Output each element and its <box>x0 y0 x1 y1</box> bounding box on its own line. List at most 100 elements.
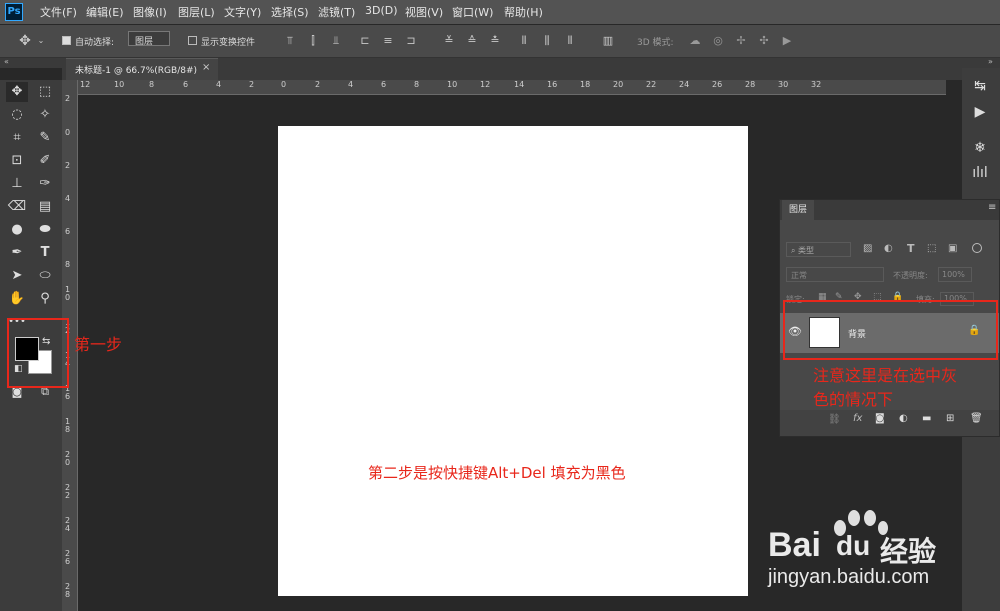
layers-panel-footer <box>780 410 999 436</box>
clone-stamp-tool-icon[interactable]: ⊥ <box>6 174 28 194</box>
filter-type-icon[interactable]: T <box>907 242 915 255</box>
new-group-icon[interactable]: ▬ <box>922 413 931 424</box>
magic-wand-tool-icon[interactable]: ✧ <box>34 105 56 125</box>
new-layer-icon[interactable]: ⊞ <box>946 413 954 424</box>
distribute-bottom-icon[interactable]: ≛ <box>488 34 502 48</box>
menu-edit[interactable]: 编辑(E) <box>86 4 124 20</box>
path-selection-tool-icon[interactable]: ➤ <box>6 266 28 286</box>
3d-pan-icon[interactable]: ✢ <box>734 34 748 48</box>
collapse-arrows-icon[interactable]: « <box>4 57 9 66</box>
crop-tool-icon[interactable]: ⌗ <box>6 128 28 148</box>
filter-adjustment-icon[interactable]: ◐ <box>884 243 893 254</box>
panel-menu-icon[interactable]: ≡ <box>988 202 996 213</box>
auto-select-dropdown[interactable]: 图层 <box>128 31 170 47</box>
healing-brush-tool-icon[interactable]: ⊡ <box>6 151 28 171</box>
filter-toggle-icon[interactable] <box>972 243 982 253</box>
ruler-label: 20 <box>613 80 624 89</box>
move-tool-icon[interactable]: ✥ <box>6 82 28 102</box>
chevron-down-icon[interactable]: ⌄ <box>34 34 48 48</box>
opacity-label: 不透明度: <box>893 271 928 280</box>
menu-window[interactable]: 窗口(W) <box>452 4 493 20</box>
align-top-icon[interactable]: ⫪ <box>283 34 297 48</box>
align-bottom-icon[interactable]: ⫫ <box>329 34 343 48</box>
brush-settings-icon[interactable]: ❄ <box>968 138 992 158</box>
delete-layer-icon[interactable]: 🗑 <box>970 413 983 424</box>
document-tab[interactable]: 未标题-1 @ 66.7%(RGB/8#) × <box>66 58 218 80</box>
align-right-icon[interactable]: ⊐ <box>404 34 418 48</box>
ruler-label: 24 <box>679 80 690 89</box>
distribute-right-icon[interactable]: ⦀ <box>563 34 577 48</box>
watermark-brand-du: du <box>836 530 871 561</box>
eyedropper-tool-icon[interactable]: ✎ <box>34 128 56 148</box>
expand-arrows-icon[interactable]: » <box>988 57 993 66</box>
menu-3d[interactable]: 3D(D) <box>365 4 398 17</box>
auto-align-icon[interactable]: ▥ <box>601 34 615 48</box>
document-tab-title: 未标题-1 @ 66.7%(RGB/8#) <box>75 66 198 76</box>
document-canvas[interactable] <box>278 126 748 596</box>
layers-tab[interactable]: 图层 <box>782 200 814 220</box>
close-tab-icon[interactable]: × <box>202 62 210 73</box>
ruler-label: 4 <box>65 194 71 203</box>
distribute-top-icon[interactable]: ≚ <box>442 34 456 48</box>
ruler-label: 8 <box>65 260 71 269</box>
filter-shape-icon[interactable]: ⬚ <box>927 243 936 254</box>
brush-tool-icon[interactable]: ✐ <box>34 151 56 171</box>
marquee-tool-icon[interactable]: ⬚ <box>34 82 56 102</box>
adjustment-layer-icon[interactable]: ◐ <box>899 413 908 424</box>
align-left-icon[interactable]: ⊏ <box>358 34 372 48</box>
link-layers-icon[interactable]: ⛓ <box>828 414 841 425</box>
3d-camera-icon[interactable]: ▶ <box>780 34 794 48</box>
gradient-tool-icon[interactable]: ▤ <box>34 197 56 217</box>
histogram-icon[interactable]: ılıl <box>968 163 992 183</box>
type-tool-icon[interactable]: T <box>34 243 56 263</box>
zoom-tool-icon[interactable]: ⚲ <box>34 289 56 309</box>
hand-tool-icon[interactable]: ✋ <box>6 289 28 309</box>
menu-image[interactable]: 图像(I) <box>133 4 167 20</box>
ruler-label: 4 <box>216 80 222 89</box>
toolbar-collapse-strip[interactable]: « <box>0 57 62 68</box>
layer-style-icon[interactable]: fx <box>853 413 862 424</box>
ruler-label: 32 <box>811 80 822 89</box>
move-tool-preset-icon[interactable]: ✥ <box>18 34 32 48</box>
add-mask-icon[interactable]: ◙ <box>875 413 885 424</box>
blur-tool-icon[interactable]: ● <box>6 220 28 240</box>
menu-view[interactable]: 视图(V) <box>405 4 443 20</box>
align-vcenter-icon[interactable]: ⫿ <box>306 34 320 48</box>
menu-file[interactable]: 文件(F) <box>40 4 77 20</box>
opacity-input[interactable]: 100% <box>938 267 972 282</box>
filter-pixel-icon[interactable]: ▨ <box>863 243 872 254</box>
note-line2: 色的情况下 <box>813 390 894 409</box>
3d-roll-icon[interactable]: ◎ <box>711 34 725 48</box>
ruler-label: 2 2 <box>65 483 71 500</box>
filter-smart-object-icon[interactable]: ▣ <box>948 243 957 254</box>
step1-highlight-box <box>7 318 69 388</box>
distribute-left-icon[interactable]: ⦀ <box>517 34 531 48</box>
lasso-tool-icon[interactable]: ◌ <box>6 105 28 125</box>
dodge-tool-icon[interactable]: ⬬ <box>34 220 56 240</box>
panel-collapse-strip[interactable]: » <box>962 57 1000 68</box>
3d-slide-icon[interactable]: ✣ <box>757 34 771 48</box>
menu-layer[interactable]: 图层(L) <box>178 4 215 20</box>
menu-type[interactable]: 文字(Y) <box>224 4 261 20</box>
distribute-hcenter-icon[interactable]: ⫼ <box>540 34 554 48</box>
ruler-label: 2 6 <box>65 549 71 566</box>
align-hcenter-icon[interactable]: ≡ <box>381 34 395 48</box>
history-panel-icon[interactable]: ↹ <box>968 76 992 96</box>
blend-mode-dropdown[interactable]: 正常 <box>786 267 884 282</box>
actions-panel-icon[interactable]: ▶ <box>968 102 992 122</box>
step2-label: 第二步是按快捷键Alt+Del 填充为黑色 <box>368 464 626 482</box>
ellipse-tool-icon[interactable]: ⬭ <box>34 266 56 286</box>
history-brush-tool-icon[interactable]: ✑ <box>34 174 56 194</box>
eraser-tool-icon[interactable]: ⌫ <box>6 197 28 217</box>
menu-help[interactable]: 帮助(H) <box>504 4 543 20</box>
ruler-label: 1 8 <box>65 417 71 434</box>
menu-select[interactable]: 选择(S) <box>271 4 309 20</box>
pen-tool-icon[interactable]: ✒ <box>6 243 28 263</box>
3d-orbit-icon[interactable]: ☁ <box>688 34 702 48</box>
distribute-vcenter-icon[interactable]: ≙ <box>465 34 479 48</box>
show-transform-checkbox[interactable] <box>188 36 197 45</box>
filter-kind-dropdown[interactable]: ⌕ 类型 <box>786 242 851 257</box>
ruler-label: 0 <box>65 128 71 137</box>
menu-filter[interactable]: 滤镜(T) <box>318 4 355 20</box>
auto-select-checkbox[interactable] <box>62 36 71 45</box>
